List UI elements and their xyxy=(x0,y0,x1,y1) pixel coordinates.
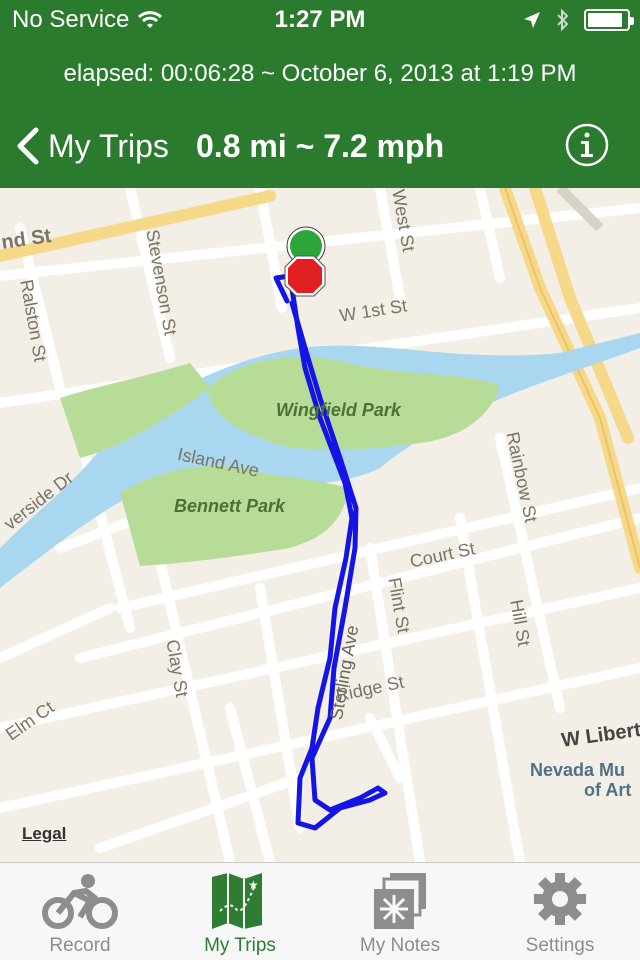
tab-label: Settings xyxy=(525,935,595,956)
poi-label: Nevada Mu of Art xyxy=(530,760,632,800)
tab-my-trips[interactable]: ★ My Trips xyxy=(160,863,320,960)
legal-link[interactable]: Legal xyxy=(22,824,66,844)
bicycle-icon xyxy=(42,874,118,929)
battery-icon xyxy=(584,9,634,31)
nav-bar: My Trips 0.8 mi ~ 7.2 mph xyxy=(0,118,640,174)
tab-label: My Notes xyxy=(359,935,441,956)
elapsed-line: elapsed: 00:06:28 ~ October 6, 2013 at 1… xyxy=(63,60,577,87)
status-right xyxy=(522,8,634,32)
tab-label: Record xyxy=(49,935,111,956)
end-marker[interactable] xyxy=(283,254,327,298)
notes-icon xyxy=(374,873,426,929)
status-bar: No Service 1:27 PM xyxy=(0,0,640,40)
tab-bar: Record ★ My Trips My Notes Settings xyxy=(0,862,640,960)
tab-record[interactable]: Record xyxy=(0,863,160,960)
bluetooth-icon xyxy=(557,8,569,32)
back-button[interactable]: My Trips xyxy=(14,118,169,174)
gear-icon xyxy=(534,873,586,925)
header: No Service 1:27 PM elapsed: 00:06:28 ~ O… xyxy=(0,0,640,188)
map-view[interactable]: nd St Ralston St Stevenson St West St W … xyxy=(0,188,640,862)
park-label: Bennett Park xyxy=(174,496,286,516)
map-icon: ★ xyxy=(212,873,262,929)
svg-text:★: ★ xyxy=(248,878,259,892)
battery-fill xyxy=(588,13,622,27)
chevron-left-icon xyxy=(17,127,39,165)
tab-my-notes[interactable]: My Notes xyxy=(320,863,480,960)
park-label: Wingfield Park xyxy=(276,400,401,420)
trip-summary-title: 0.8 mi ~ 7.2 mph xyxy=(196,128,445,164)
location-arrow-icon xyxy=(524,12,540,28)
tab-settings[interactable]: Settings xyxy=(480,863,640,960)
info-icon[interactable] xyxy=(564,122,610,168)
back-label: My Trips xyxy=(48,127,169,164)
tab-label: My Trips xyxy=(204,935,276,956)
